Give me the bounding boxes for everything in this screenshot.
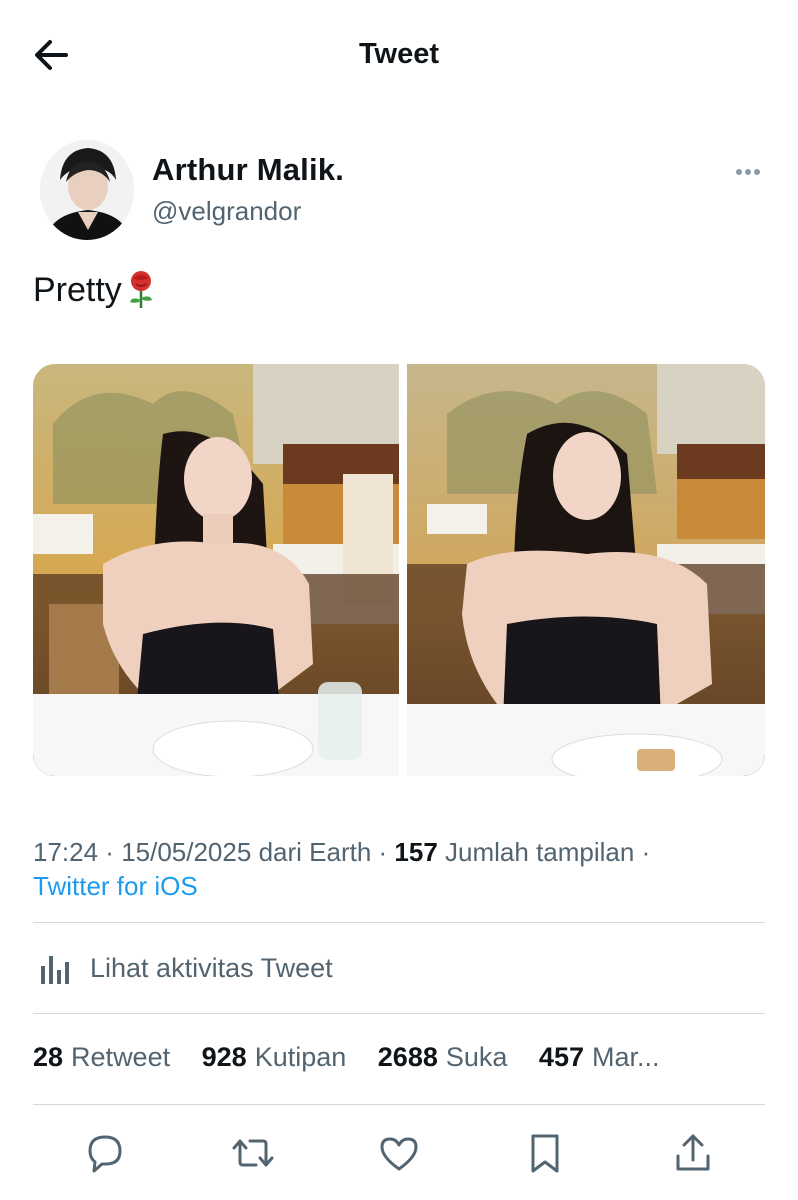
author-handle[interactable]: @velgrandor — [152, 196, 301, 227]
reply-icon[interactable] — [82, 1130, 128, 1176]
like-icon[interactable] — [376, 1130, 422, 1176]
avatar[interactable] — [40, 140, 134, 240]
share-icon[interactable] — [670, 1130, 716, 1176]
quote-label: Kutipan — [254, 1042, 347, 1072]
retweet-icon[interactable] — [230, 1130, 276, 1176]
bookmark-stat[interactable]: 457 Mar... — [539, 1042, 660, 1073]
like-stat[interactable]: 2688 Suka — [378, 1042, 508, 1073]
retweet-label: Retweet — [71, 1042, 171, 1072]
divider — [33, 1104, 765, 1105]
page-title: Tweet — [358, 38, 440, 70]
tweet-source-link[interactable]: Twitter for iOS — [33, 871, 198, 901]
view-count-label: Jumlah tampilan — [445, 837, 635, 867]
author-name[interactable]: Arthur Malik. — [152, 152, 344, 188]
engagement-stats: 28 Retweet 928 Kutipan 2688 Suka 457 Mar... — [33, 1042, 773, 1073]
photo-2[interactable] — [407, 364, 765, 776]
bookmark-count: 457 — [538, 1042, 584, 1072]
tweet-date: 15/05/2025 — [121, 837, 252, 867]
divider — [33, 1013, 765, 1014]
more-horizontal-icon[interactable] — [736, 162, 770, 182]
quote-count: 928 — [201, 1042, 247, 1072]
tweet-meta: 17:24 · 15/05/2025 dari Earth · 157 Juml… — [33, 837, 651, 901]
like-label: Suka — [445, 1042, 508, 1072]
tweet-text-content: Pretty — [33, 270, 122, 309]
retweet-count: 28 — [33, 1042, 64, 1072]
divider — [33, 922, 765, 923]
view-activity-button[interactable]: Lihat aktivitas Tweet — [38, 950, 333, 986]
tweet-text: Pretty — [33, 270, 158, 310]
bookmark-icon[interactable] — [522, 1130, 568, 1176]
photo-1[interactable] — [33, 364, 399, 776]
like-count: 2688 — [377, 1042, 438, 1072]
analytics-icon — [41, 956, 69, 984]
quote-stat[interactable]: 928 Kutipan — [202, 1042, 347, 1073]
bookmark-label: Mar... — [591, 1042, 660, 1072]
view-count: 157 — [394, 837, 438, 867]
rose-icon — [129, 271, 152, 308]
tweet-time: 17:24 — [33, 837, 99, 867]
tweet-location: dari Earth — [258, 837, 372, 867]
retweet-stat[interactable]: 28 Retweet — [33, 1042, 170, 1073]
view-activity-label: Lihat aktivitas Tweet — [90, 952, 333, 983]
